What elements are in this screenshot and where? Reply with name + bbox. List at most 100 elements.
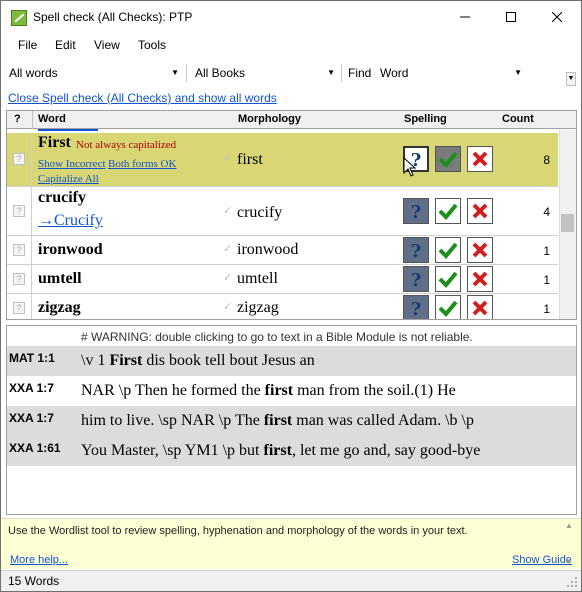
word-total: 15 Words — [8, 574, 60, 588]
context-text: You Master, \sp YM1 \p but first, let me… — [81, 442, 480, 460]
question-checkbox[interactable]: ? — [13, 273, 25, 285]
context-hit: first — [263, 412, 293, 429]
books-filter-value: All Books — [195, 66, 246, 80]
header-question[interactable]: ? — [14, 113, 21, 125]
question-checkbox[interactable]: ? — [13, 302, 25, 314]
header-spelling[interactable]: Spelling — [404, 113, 447, 125]
resize-grip-icon[interactable] — [567, 577, 578, 588]
morphology-check-icon: ✓ — [223, 152, 233, 164]
morphology-text: zigzag — [237, 299, 279, 316]
check-icon — [438, 151, 458, 168]
help-text: Use the Wordlist tool to review spelling… — [8, 525, 468, 537]
word-count: 8 — [543, 153, 550, 167]
question-icon: ? — [411, 270, 422, 289]
maximize-button[interactable] — [488, 2, 534, 32]
maximize-icon — [506, 12, 516, 22]
header-morphology[interactable]: Morphology — [238, 113, 301, 125]
header-count[interactable]: Count — [502, 113, 534, 125]
words-filter-value: All words — [9, 66, 58, 80]
status-bar: 15 Words — [1, 570, 581, 591]
question-icon: ? — [411, 299, 422, 318]
context-text: NAR \p Then he formed the first man from… — [81, 382, 456, 400]
menu-view[interactable]: View — [94, 38, 120, 52]
x-icon — [472, 300, 488, 316]
context-reference: XXA 1:7 — [9, 381, 54, 395]
x-icon — [472, 151, 488, 167]
scroll-up-icon: ▲ — [565, 521, 573, 530]
chevron-down-icon: ▼ — [171, 68, 179, 77]
grid-scrollbar-thumb[interactable] — [561, 214, 574, 232]
close-spell-check-link[interactable]: Close Spell check (All Checks) and show … — [8, 91, 277, 105]
word-count: 1 — [543, 244, 550, 258]
toolbar-overflow-button[interactable]: ▼ — [566, 72, 576, 86]
capitalize-all-link[interactable]: Capitalize All — [38, 173, 99, 185]
x-icon — [472, 242, 488, 258]
x-icon — [472, 271, 488, 287]
menu-tools[interactable]: Tools — [138, 38, 166, 52]
context-row[interactable]: XXA 1:7 him to live. \sp NAR \p The firs… — [7, 406, 576, 436]
spelling-unknown-button[interactable]: ? — [403, 198, 429, 224]
context-hit: first — [264, 382, 294, 399]
spelling-correct-button[interactable] — [435, 146, 461, 172]
morphology-check-icon: ✓ — [223, 243, 233, 255]
context-row[interactable]: XXA 1:7 NAR \p Then he formed the first … — [7, 376, 576, 406]
spelling-unknown-button[interactable]: ? — [403, 237, 429, 263]
spelling-correct-button[interactable] — [435, 295, 461, 319]
spelling-incorrect-button[interactable] — [467, 266, 493, 292]
spelling-correct-button[interactable] — [435, 237, 461, 263]
books-filter-select[interactable]: All Books ▼ — [189, 63, 339, 83]
help-pane: Use the Wordlist tool to review spelling… — [1, 518, 581, 569]
table-row[interactable]: ? crucify →Crucify ✓ crucify ? 4 — [7, 187, 558, 236]
morphology-check-icon: ✓ — [223, 272, 233, 284]
spelling-unknown-button[interactable]: ? — [403, 295, 429, 319]
find-mode-value: Word — [380, 66, 409, 80]
question-checkbox[interactable]: ? — [13, 205, 25, 217]
more-help-link[interactable]: More help... — [10, 554, 68, 566]
word-count: 1 — [543, 273, 550, 287]
filter-separator — [341, 64, 342, 82]
question-cell: ? — [7, 294, 32, 319]
header-word[interactable]: Word — [38, 113, 66, 125]
partial-link-underline — [38, 129, 98, 131]
spelling-correct-button[interactable] — [435, 198, 461, 224]
question-checkbox[interactable]: ? — [13, 153, 25, 165]
svg-text:?: ? — [411, 299, 422, 318]
table-row[interactable]: ? umtell ✓ umtell ? 1 — [7, 265, 558, 294]
capitalized-form-link[interactable]: →Crucify — [38, 212, 103, 230]
question-checkbox[interactable]: ? — [13, 244, 25, 256]
menu-file[interactable]: File — [18, 38, 37, 52]
table-row[interactable]: ? First Not always capitalized Show Inco… — [7, 133, 558, 187]
filter-separator — [186, 64, 187, 82]
find-label: Find — [348, 66, 372, 80]
spelling-incorrect-button[interactable] — [467, 237, 493, 263]
question-cell: ? — [7, 236, 32, 264]
context-text-before: \v 1 — [81, 352, 110, 369]
words-filter-select[interactable]: All words ▼ — [3, 63, 183, 83]
show-incorrect-link[interactable]: Show Incorrect — [38, 158, 106, 170]
app-icon — [11, 10, 27, 26]
context-row[interactable]: MAT 1:1 \v 1 First dis book tell bout Je… — [7, 346, 576, 376]
table-row[interactable]: ? ironwood ✓ ironwood ? 1 — [7, 236, 558, 265]
word-count: 1 — [543, 302, 550, 316]
context-text-before: NAR \p Then he formed the — [81, 382, 265, 399]
spelling-unknown-button[interactable]: ? — [403, 266, 429, 292]
word-text: First — [38, 134, 71, 151]
header-divider — [32, 111, 33, 129]
spelling-incorrect-button[interactable] — [467, 146, 493, 172]
minimize-button[interactable] — [442, 2, 488, 32]
both-forms-ok-link[interactable]: Both forms OK — [108, 158, 176, 170]
context-row[interactable]: XXA 1:61 You Master, \sp YM1 \p but firs… — [7, 436, 576, 466]
spelling-incorrect-button[interactable] — [467, 198, 493, 224]
table-row[interactable]: ? zigzag ✓ zigzag ? 1 — [7, 294, 558, 319]
menu-edit[interactable]: Edit — [55, 38, 76, 52]
help-scrollbar[interactable]: ▲ ▼ — [563, 521, 577, 568]
context-text-after: dis book tell bout Jesus an — [142, 352, 315, 369]
spelling-correct-button[interactable] — [435, 266, 461, 292]
context-text-before: him to live. \sp NAR \p The — [81, 412, 264, 429]
find-mode-select[interactable]: Word ▼ — [374, 63, 526, 83]
chevron-down-icon: ▼ — [514, 68, 522, 77]
spelling-incorrect-button[interactable] — [467, 295, 493, 319]
grid-header: ? Word Morphology Spelling Count — [7, 111, 576, 129]
close-button[interactable] — [534, 2, 580, 32]
check-icon — [438, 203, 458, 220]
